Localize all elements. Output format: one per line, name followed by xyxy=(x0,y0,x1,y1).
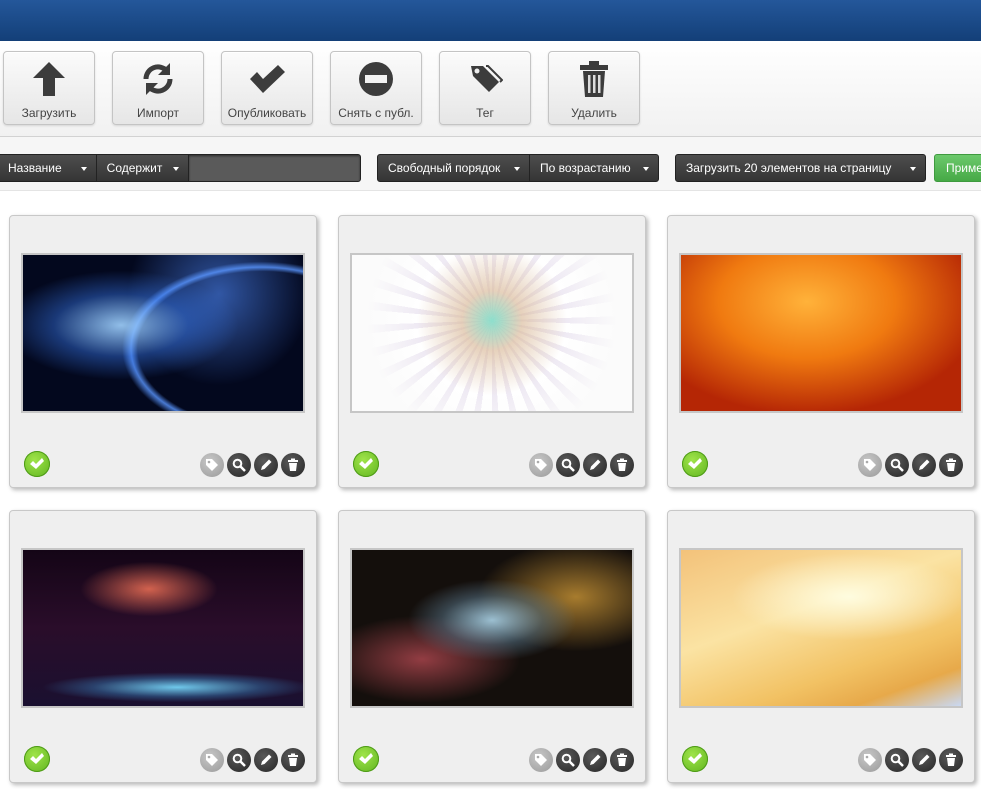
chevron-down-icon xyxy=(514,167,520,171)
tag-icon[interactable] xyxy=(529,453,553,477)
tag-icon[interactable] xyxy=(858,453,882,477)
media-card[interactable] xyxy=(9,215,317,488)
trash-icon[interactable] xyxy=(939,453,963,477)
direction-select[interactable]: По возрастанию xyxy=(530,155,658,181)
image-thumbnail[interactable] xyxy=(21,253,305,413)
upload-arrow-icon xyxy=(4,60,94,98)
per-page-group: Загрузить 20 элементов на страницу xyxy=(675,154,926,182)
chevron-down-icon xyxy=(643,167,649,171)
image-thumbnail[interactable] xyxy=(679,548,963,708)
field-select[interactable]: Название xyxy=(0,155,97,181)
zoom-icon[interactable] xyxy=(556,748,580,772)
card-actions xyxy=(200,453,305,477)
media-card[interactable] xyxy=(667,510,975,783)
check-circle-icon[interactable] xyxy=(682,746,708,772)
apply-button[interactable]: Применить xyxy=(934,154,981,182)
unpublish-button[interactable]: Снять с публ. xyxy=(330,51,422,125)
zoom-icon[interactable] xyxy=(227,453,251,477)
edit-pencil-icon[interactable] xyxy=(583,748,607,772)
order-select[interactable]: Свободный порядок xyxy=(378,155,530,181)
image-thumbnail[interactable] xyxy=(350,548,634,708)
check-circle-icon[interactable] xyxy=(353,451,379,477)
checkmark-icon xyxy=(222,60,312,98)
card-actions xyxy=(858,453,963,477)
chevron-down-icon xyxy=(80,167,87,171)
import-button-label: Импорт xyxy=(137,106,179,120)
check-circle-icon[interactable] xyxy=(24,451,50,477)
media-card[interactable] xyxy=(667,215,975,488)
tag-button[interactable]: Тег xyxy=(439,51,531,125)
trash-icon[interactable] xyxy=(610,453,634,477)
chevron-down-icon xyxy=(173,167,179,171)
check-circle-icon[interactable] xyxy=(682,451,708,477)
upload-button-label: Загрузить xyxy=(21,106,77,120)
upload-button[interactable]: Загрузить xyxy=(3,51,95,125)
edit-pencil-icon[interactable] xyxy=(254,748,278,772)
filter-bar: Название Содержит Свободный порядок По в… xyxy=(0,137,981,191)
per-page-select[interactable]: Загрузить 20 элементов на страницу xyxy=(676,155,925,181)
card-actions xyxy=(529,453,634,477)
edit-pencil-icon[interactable] xyxy=(583,453,607,477)
minus-circle-icon xyxy=(331,60,421,98)
zoom-icon[interactable] xyxy=(227,748,251,772)
trash-icon xyxy=(549,60,639,98)
zoom-icon[interactable] xyxy=(885,748,909,772)
zoom-icon[interactable] xyxy=(885,453,909,477)
order-select-value: Свободный порядок xyxy=(388,161,501,175)
direction-select-value: По возрастанию xyxy=(540,161,631,175)
media-card[interactable] xyxy=(338,510,646,783)
field-select-value: Название xyxy=(8,161,62,175)
unpublish-button-label: Снять с публ. xyxy=(338,106,414,120)
publish-button-label: Опубликовать xyxy=(227,106,307,120)
zoom-icon[interactable] xyxy=(556,453,580,477)
trash-icon[interactable] xyxy=(281,453,305,477)
media-card[interactable] xyxy=(338,215,646,488)
check-circle-icon[interactable] xyxy=(24,746,50,772)
card-actions xyxy=(529,748,634,772)
image-thumbnail[interactable] xyxy=(679,253,963,413)
refresh-icon xyxy=(113,60,203,98)
trash-icon[interactable] xyxy=(939,748,963,772)
search-filter-group: Название Содержит xyxy=(0,154,361,182)
tags-icon xyxy=(440,60,530,98)
card-actions xyxy=(200,748,305,772)
image-thumbnail[interactable] xyxy=(21,548,305,708)
card-actions xyxy=(858,748,963,772)
import-button[interactable]: Импорт xyxy=(112,51,204,125)
delete-button-label: Удалить xyxy=(571,106,617,120)
tag-icon[interactable] xyxy=(529,748,553,772)
delete-button[interactable]: Удалить xyxy=(548,51,640,125)
chevron-down-icon xyxy=(910,167,916,171)
edit-pencil-icon[interactable] xyxy=(254,453,278,477)
trash-icon[interactable] xyxy=(610,748,634,772)
condition-select[interactable]: Содержит xyxy=(97,155,189,181)
per-page-select-value: Загрузить 20 элементов на страницу xyxy=(686,161,892,175)
tag-icon[interactable] xyxy=(858,748,882,772)
trash-icon[interactable] xyxy=(281,748,305,772)
search-input[interactable] xyxy=(189,155,360,181)
tag-button-label: Тег xyxy=(476,106,494,120)
tag-icon[interactable] xyxy=(200,748,224,772)
sort-group: Свободный порядок По возрастанию xyxy=(377,154,659,182)
app-header-bar xyxy=(0,0,981,41)
condition-select-value: Содержит xyxy=(106,161,163,175)
edit-pencil-icon[interactable] xyxy=(912,453,936,477)
tag-icon[interactable] xyxy=(200,453,224,477)
media-card[interactable] xyxy=(9,510,317,783)
check-circle-icon[interactable] xyxy=(353,746,379,772)
edit-pencil-icon[interactable] xyxy=(912,748,936,772)
toolbar: Загрузить Импорт Опубликовать Снять с пу… xyxy=(0,41,981,137)
image-thumbnail[interactable] xyxy=(350,253,634,413)
publish-button[interactable]: Опубликовать xyxy=(221,51,313,125)
